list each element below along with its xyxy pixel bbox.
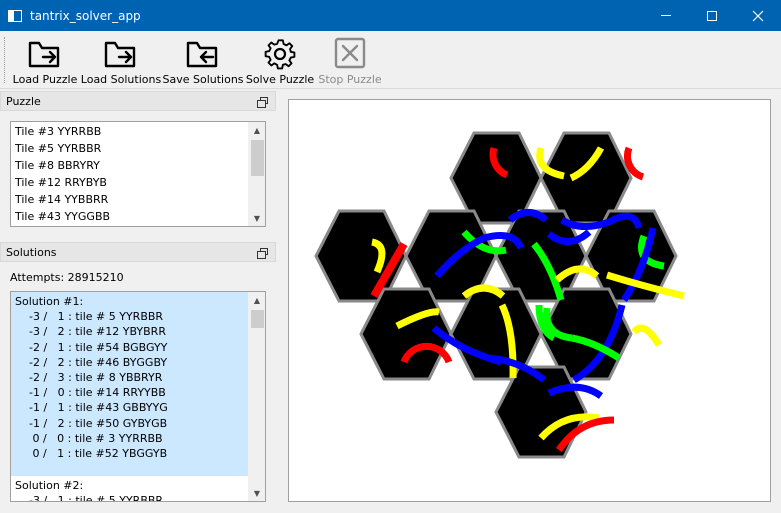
solution-line: -3 / 1 : tile # 5 YYRBBR: [15, 310, 164, 324]
minimize-button[interactable]: [643, 0, 689, 31]
puzzle-panel-title-bar: Puzzle: [0, 91, 276, 111]
window-title: tantrix_solver_app: [30, 8, 141, 23]
scroll-up-icon[interactable]: ▲: [249, 292, 265, 308]
stop-puzzle-label: Stop Puzzle: [318, 73, 382, 86]
float-panel-icon[interactable]: [257, 248, 268, 259]
load-puzzle-button[interactable]: Load Puzzle: [12, 35, 78, 87]
solutions-list[interactable]: Solution #1: -3 / 1 : tile # 5 YYRBBR -3…: [10, 291, 266, 502]
list-item[interactable]: Tile #12 RRYBYB: [11, 174, 265, 191]
attempts-counter: Attempts: 28915210: [10, 271, 124, 284]
list-item[interactable]: Tile #14 YYBBRR: [11, 191, 265, 208]
puzzle-canvas[interactable]: [288, 99, 771, 502]
folder-open-icon: [104, 41, 136, 68]
solution-line: -2 / 1 : tile #54 BGBGYY: [15, 340, 168, 354]
solutions-panel-title-bar: Solutions: [0, 242, 276, 262]
close-box-icon: [334, 37, 366, 69]
load-puzzle-label: Load Puzzle: [12, 73, 78, 86]
list-item[interactable]: Tile #8 BBRYRY: [11, 157, 265, 174]
load-solutions-label: Load Solutions: [80, 73, 162, 86]
tantrix-board: [314, 131, 685, 459]
list-item[interactable]: Tile #43 YYGGBB: [11, 208, 265, 225]
app-icon: [8, 9, 22, 22]
maximize-button[interactable]: [689, 0, 735, 31]
solution-line: -1 / 0 : tile #14 RRYYBB: [15, 386, 166, 400]
solution-line: -3 / 2 : tile #12 YBYBRR: [15, 325, 166, 339]
solution-line: -1 / 1 : tile #43 GBBYYG: [15, 401, 168, 415]
solution-item[interactable]: Solution #2: -3 / 1 : tile # 5 YYRBBR: [11, 476, 265, 502]
solution-title: Solution #1:: [15, 295, 84, 308]
close-button[interactable]: [735, 0, 781, 31]
solution-line: -2 / 3 : tile # 8 YBBRYR: [15, 370, 163, 384]
dock-splitter[interactable]: [280, 90, 284, 510]
load-solutions-button[interactable]: Load Solutions: [80, 35, 162, 87]
puzzle-panel-title: Puzzle: [6, 94, 41, 108]
stop-puzzle-button[interactable]: Stop Puzzle: [318, 35, 382, 87]
folder-open-icon: [28, 41, 60, 68]
puzzle-list-scrollbar[interactable]: ▲ ▼: [248, 122, 265, 226]
save-solutions-label: Save Solutions: [162, 73, 244, 86]
save-solutions-button[interactable]: Save Solutions: [162, 35, 244, 87]
solutions-list-scrollbar[interactable]: ▲ ▼: [248, 292, 265, 501]
scroll-down-icon[interactable]: ▼: [249, 485, 265, 501]
float-panel-icon[interactable]: [257, 97, 268, 108]
solution-item-selected[interactable]: Solution #1: -3 / 1 : tile # 5 YYRBBR -3…: [11, 292, 265, 476]
scroll-thumb[interactable]: [251, 140, 264, 176]
solve-puzzle-button[interactable]: Solve Puzzle: [245, 35, 315, 87]
solution-line: 0 / 0 : tile # 3 YYRRBB: [15, 431, 163, 445]
gear-icon: [264, 39, 296, 70]
solve-puzzle-label: Solve Puzzle: [245, 73, 315, 86]
list-item[interactable]: Tile #5 YYRBBR: [11, 140, 265, 157]
puzzle-list[interactable]: Tile #3 YYRRBB Tile #5 YYRBBR Tile #8 BB…: [10, 121, 266, 227]
solution-title: Solution #2:: [15, 479, 84, 492]
solution-line: 0 / 1 : tile #52 YBGGYB: [15, 446, 168, 460]
folder-save-icon: [186, 41, 218, 68]
scroll-up-icon[interactable]: ▲: [249, 122, 265, 138]
solution-line: -3 / 1 : tile # 5 YYRBBR: [15, 494, 164, 502]
scroll-thumb[interactable]: [251, 310, 264, 328]
toolbar-grip[interactable]: [4, 37, 7, 83]
solution-line: -2 / 2 : tile #46 BYGGBY: [15, 355, 168, 369]
solution-line: -1 / 2 : tile #50 GYBYGB: [15, 416, 168, 430]
scroll-down-icon[interactable]: ▼: [249, 210, 265, 226]
maximize-icon: [707, 10, 717, 21]
close-icon: [752, 10, 764, 21]
solutions-panel-title: Solutions: [6, 245, 57, 259]
list-item[interactable]: Tile #3 YYRRBB: [11, 123, 265, 140]
toolbar: Load Puzzle Load Solutions Save Solution…: [0, 31, 781, 89]
minimize-icon: [661, 15, 671, 16]
title-bar: tantrix_solver_app: [0, 0, 781, 31]
